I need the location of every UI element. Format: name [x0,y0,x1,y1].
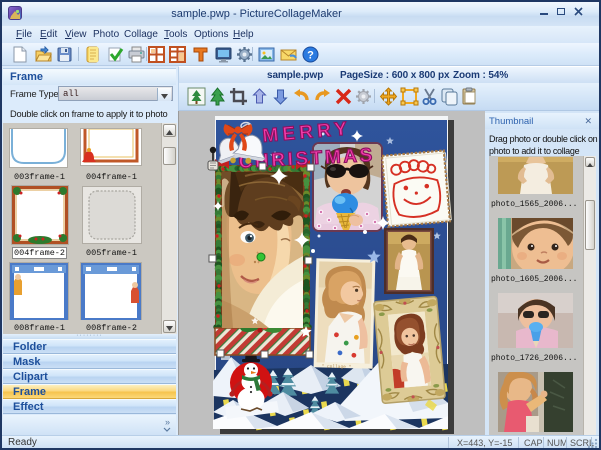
svg-text:?: ? [307,50,314,62]
svg-text:* collage *: * collage * [322,363,352,370]
